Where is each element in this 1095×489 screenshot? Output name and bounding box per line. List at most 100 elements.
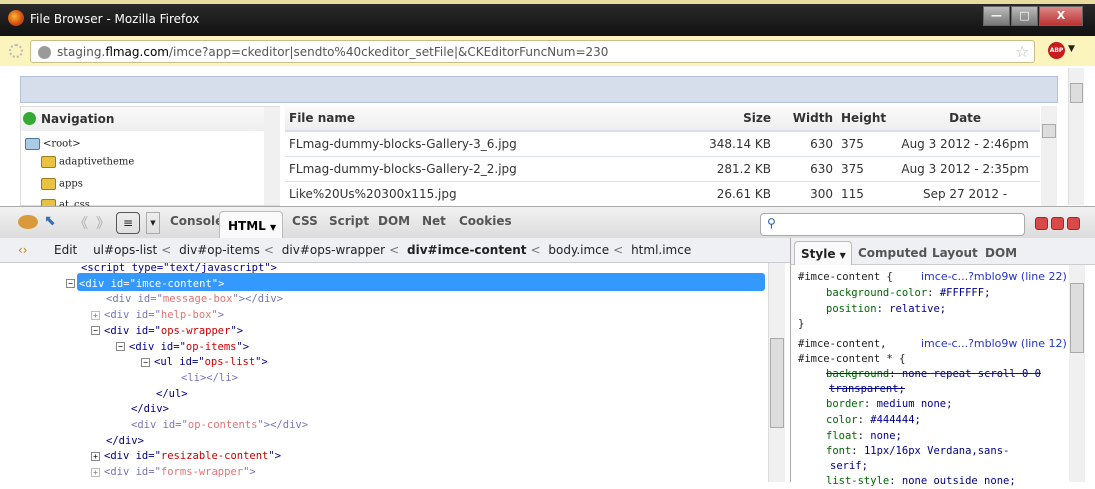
folder-at-css[interactable]: at_css <box>41 199 90 206</box>
globe-icon <box>38 46 51 59</box>
css-property[interactable]: list-style: none outside none; <box>826 473 1016 489</box>
html-node[interactable]: </ul> <box>156 386 188 402</box>
folder-icon <box>41 199 56 206</box>
edit-button[interactable]: Edit <box>54 243 77 257</box>
expand-icon[interactable]: + <box>91 451 100 461</box>
css-selector: #imce-content, <box>798 338 887 350</box>
crumb-div-ops-wrapper[interactable]: div#ops-wrapper <box>282 243 385 257</box>
html-node[interactable]: − <div id="imce-content"> <box>66 276 224 292</box>
crumb-html[interactable]: html.imce <box>631 243 691 257</box>
tab-net[interactable]: Net <box>422 214 446 228</box>
minimize-firebug-button[interactable] <box>1035 217 1048 230</box>
close-button[interactable]: X <box>1039 6 1083 26</box>
html-node[interactable]: + <div id="help-box"> <box>91 307 224 323</box>
minimize-button[interactable]: — <box>983 6 1010 26</box>
chevron-down-icon[interactable]: ▼ <box>1068 44 1075 54</box>
window-title: File Browser - Mozilla Firefox <box>30 12 200 26</box>
css-property[interactable]: font: 11px/16px Verdana,sans- <box>826 443 1009 459</box>
folder-apps[interactable]: apps <box>41 178 83 190</box>
html-node[interactable]: <script type="text/javascript"> <box>81 260 277 276</box>
col-width[interactable]: Width <box>775 106 837 132</box>
html-node[interactable]: </div> <box>106 433 144 449</box>
css-selector: #imce-content * { <box>798 353 906 365</box>
table-row[interactable]: FLmag-dummy-blocks-Gallery-3_6.jpg 348.14… <box>285 131 1040 157</box>
css-value-overridden: transparent; <box>829 383 905 395</box>
tab-dom-side[interactable]: DOM <box>985 246 1017 260</box>
imce-header-bar <box>20 76 1058 103</box>
css-property[interactable]: position: relative; <box>826 301 946 317</box>
folder-icon <box>41 178 56 190</box>
expand-icon[interactable]: + <box>91 467 100 477</box>
html-node[interactable]: + <div id="resizable-content"> <box>91 448 281 464</box>
css-selector: #imce-content { <box>798 271 893 283</box>
html-node[interactable]: <div id="message-box"></div> <box>106 291 283 307</box>
crumb-div-op-items[interactable]: div#op-items <box>179 243 260 257</box>
adblock-icon[interactable]: ABP <box>1048 42 1065 59</box>
tab-html[interactable]: HTML ▼ <box>219 211 283 239</box>
css-property[interactable]: color: #444444; <box>826 412 921 428</box>
col-size[interactable]: Size <box>645 106 775 132</box>
css-close-brace: } <box>798 318 805 330</box>
page-scrollbar[interactable] <box>1068 68 1084 205</box>
url-text[interactable]: staging.flmag.com/imce?app=ckeditor|send… <box>57 45 608 59</box>
html-node[interactable]: + <div id="forms-wrapper"> <box>91 464 256 480</box>
file-list-scrollbar[interactable] <box>1041 106 1057 206</box>
crumb-div-imce-content[interactable]: div#imce-content <box>407 243 526 257</box>
file-table-header: File name Size Width Height Date <box>285 106 1040 132</box>
bookmark-star-icon[interactable]: ☆ <box>1015 42 1029 61</box>
css-property[interactable]: border: medium none; <box>826 396 952 412</box>
html-node[interactable]: </div> <box>131 401 169 417</box>
collapse-icon[interactable]: − <box>141 357 150 367</box>
detach-firebug-button[interactable] <box>1051 217 1064 230</box>
firebug-search-input[interactable]: ⚲ <box>760 213 1025 236</box>
expand-icon[interactable]: + <box>91 310 100 320</box>
firebug-toolbar: ⬉ 《 》 ≡ ▼ Console HTML ▼ CSS Script DOM … <box>0 206 1095 239</box>
table-row[interactable]: FLmag-dummy-blocks-Gallery-2_2.jpg 281.2 … <box>285 156 1040 182</box>
html-node[interactable]: <li></li> <box>181 370 238 386</box>
css-property[interactable]: float: none; <box>826 428 902 444</box>
col-height[interactable]: Height <box>837 106 891 132</box>
css-source-link[interactable]: imce-c...?mblo9w (line 22) <box>921 269 1067 285</box>
firefox-icon <box>8 10 24 26</box>
tab-console[interactable]: Console <box>170 214 223 228</box>
close-firebug-button[interactable] <box>1067 217 1080 230</box>
tab-cookies[interactable]: Cookies <box>459 214 512 228</box>
html-node[interactable]: − <div id="ops-wrapper"> <box>91 323 243 339</box>
tab-computed[interactable]: Computed <box>858 246 927 260</box>
collapse-icon[interactable]: − <box>116 342 125 351</box>
css-property[interactable]: background-color: #FFFFFF; <box>826 285 990 301</box>
navigation-scrollbar[interactable] <box>264 107 280 205</box>
collapse-icon[interactable]: − <box>66 279 75 289</box>
collapse-icon[interactable]: − <box>91 326 100 336</box>
crumb-body[interactable]: body.imce <box>548 243 609 257</box>
table-row[interactable]: Like%20Us%20300x115.jpg 26.61 KB 300 115 Sep… <box>285 181 1040 206</box>
html-tree-panel: <script type="text/javascript"> − <div id=… <box>0 260 785 482</box>
html-node[interactable]: − <div id="op-items"> <box>116 339 249 355</box>
col-file-name[interactable]: File name <box>285 106 645 132</box>
crumb-ul-ops-list[interactable]: ul#ops-list <box>93 243 157 257</box>
inspect-icon[interactable]: ⬉ <box>44 213 56 229</box>
html-node[interactable]: <div id="op-contents"></div> <box>131 417 308 433</box>
css-property-overridden[interactable]: background: none repeat scroll 0 0 <box>826 366 1041 382</box>
tab-style[interactable]: Style ▼ <box>794 241 852 265</box>
folder-adaptivetheme[interactable]: adaptivetheme <box>41 156 134 168</box>
html-node[interactable]: − <ul id="ops-list"> <box>141 354 268 370</box>
folder-root[interactable]: <root> <box>25 138 81 150</box>
markup-icon[interactable]: ‹› <box>18 243 28 257</box>
panel-menu-icon[interactable]: ≡ <box>116 212 140 234</box>
col-date[interactable]: Date <box>890 106 1040 132</box>
css-source-link[interactable]: imce-c...?mblo9w (line 12) <box>921 336 1067 352</box>
back-icon[interactable]: 《 <box>74 213 88 233</box>
html-panel-scrollbar[interactable] <box>768 263 785 482</box>
tree-icon <box>23 112 36 125</box>
tab-script[interactable]: Script <box>329 214 369 228</box>
tab-css[interactable]: CSS <box>292 214 318 228</box>
url-bar[interactable]: staging.flmag.com/imce?app=ckeditor|send… <box>30 40 1035 63</box>
dropdown-icon[interactable]: ▼ <box>146 212 160 234</box>
style-panel-scrollbar[interactable] <box>1069 265 1085 482</box>
maximize-button[interactable]: □ <box>1011 6 1038 26</box>
tab-dom[interactable]: DOM <box>378 214 410 228</box>
tab-layout[interactable]: Layout <box>932 246 978 260</box>
forward-icon[interactable]: 》 <box>96 213 110 233</box>
firebug-icon[interactable] <box>18 215 38 229</box>
